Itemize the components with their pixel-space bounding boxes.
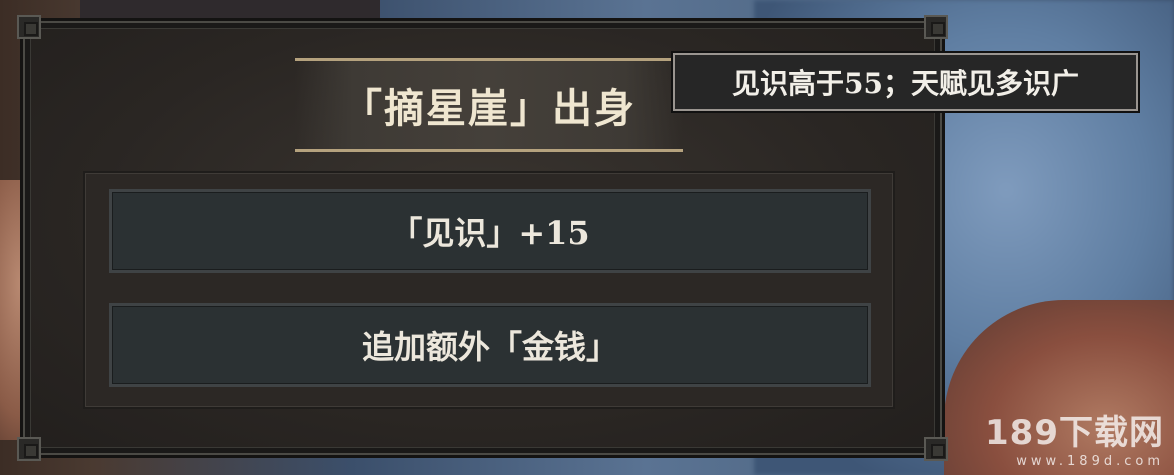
corner-ornament-icon <box>924 437 948 461</box>
option-label: 追加额外「金钱」 <box>361 328 618 366</box>
option-label: 「见识」+15 <box>390 214 590 252</box>
dialog-title-banner: 「摘星崖」出身 <box>295 58 683 152</box>
watermark: 189下载网 www.189d.com <box>985 405 1164 469</box>
watermark-brand: 189下载网 <box>985 413 1164 453</box>
game-scene: 「摘星崖」出身 「见识」+15 追加额外「金钱」 见识高于55；天赋见多识广 1… <box>0 0 1174 475</box>
requirement-tooltip: 见识高于55；天赋见多识广 <box>673 53 1138 111</box>
tooltip-text: 见识高于55；天赋见多识广 <box>732 67 1079 100</box>
corner-ornament-icon <box>17 15 41 39</box>
corner-ornament-icon <box>17 437 41 461</box>
dialog-title: 「摘星崖」出身 <box>342 85 636 132</box>
option-insight-bonus[interactable]: 「见识」+15 <box>109 189 871 273</box>
corner-ornament-icon <box>924 15 948 39</box>
watermark-url: www.189d.com <box>1016 454 1164 469</box>
options-panel: 「见识」+15 追加额外「金钱」 <box>83 171 895 409</box>
option-extra-money[interactable]: 追加额外「金钱」 <box>109 303 871 387</box>
